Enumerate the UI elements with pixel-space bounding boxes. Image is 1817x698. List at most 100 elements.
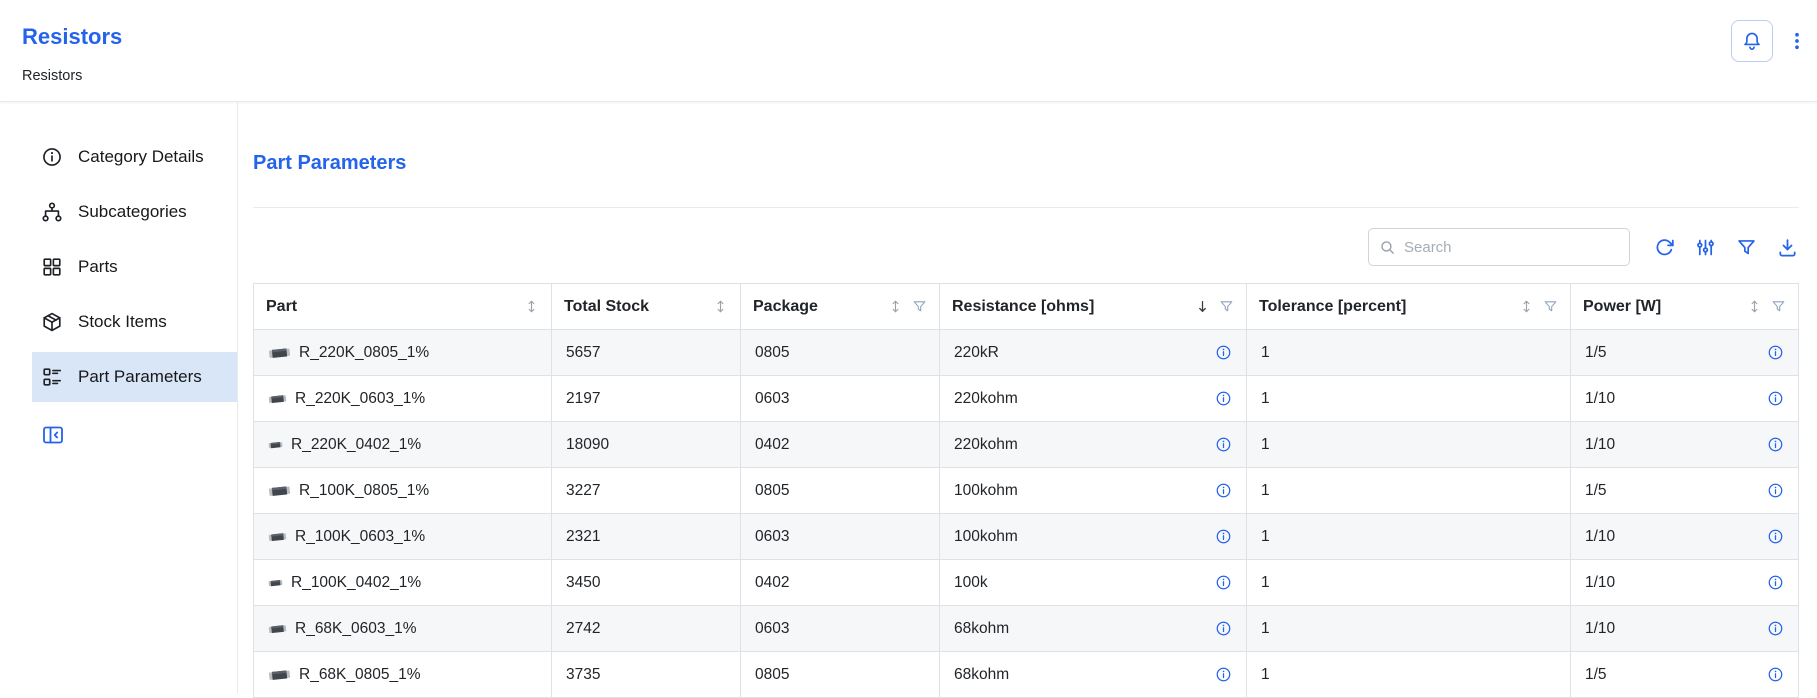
sort-desc-icon <box>1195 299 1210 314</box>
sort-icon <box>1747 299 1762 314</box>
table-row[interactable]: R_220K_0402_1% 18090 0402 220kohm 1 1/10 <box>254 422 1799 468</box>
part-parameters-table: Part Total Stock Package Resistance [ohm… <box>253 283 1799 698</box>
resistor-chip-icon <box>268 622 287 636</box>
tolerance-cell: 1 <box>1247 422 1571 468</box>
info-circle-icon[interactable] <box>1215 436 1232 453</box>
table-row[interactable]: R_220K_0603_1% 2197 0603 220kohm 1 1/10 <box>254 376 1799 422</box>
tolerance-cell: 1 <box>1247 330 1571 376</box>
part-cell: R_68K_0603_1% <box>254 606 552 652</box>
package-cell: 0603 <box>741 606 940 652</box>
info-icon <box>41 146 63 168</box>
part-name[interactable]: R_220K_0603_1% <box>295 390 425 408</box>
table-row[interactable]: R_220K_0805_1% 5657 0805 220kR 1 1/5 <box>254 330 1799 376</box>
tolerance-cell: 1 <box>1247 652 1571 698</box>
tolerance-cell: 1 <box>1247 560 1571 606</box>
info-circle-icon[interactable] <box>1767 482 1784 499</box>
column-header-package[interactable]: Package <box>741 284 940 330</box>
notifications-button[interactable] <box>1731 20 1773 62</box>
part-name[interactable]: R_220K_0805_1% <box>299 344 429 362</box>
sidebar-item-stock-items[interactable]: Stock Items <box>32 297 237 347</box>
info-circle-icon[interactable] <box>1215 666 1232 683</box>
resistance-value: 68kohm <box>954 620 1009 638</box>
table-row[interactable]: R_100K_0603_1% 2321 0603 100kohm 1 1/10 <box>254 514 1799 560</box>
column-settings-button[interactable] <box>1693 235 1717 259</box>
info-circle-icon[interactable] <box>1215 344 1232 361</box>
table-row[interactable]: R_68K_0805_1% 3735 0805 68kohm 1 1/5 <box>254 652 1799 698</box>
part-name[interactable]: R_220K_0402_1% <box>291 436 421 454</box>
part-name[interactable]: R_100K_0402_1% <box>291 574 421 592</box>
power-value: 1/10 <box>1585 528 1615 546</box>
sidebar-item-label: Part Parameters <box>78 367 202 387</box>
info-circle-icon[interactable] <box>1767 528 1784 545</box>
refresh-button[interactable] <box>1652 235 1676 259</box>
sidebar-item-subcategories[interactable]: Subcategories <box>32 187 237 237</box>
resistance-cell: 68kohm <box>940 606 1247 652</box>
breadcrumb[interactable]: Resistors <box>22 68 122 84</box>
collapse-sidebar-button[interactable] <box>41 423 65 447</box>
part-name[interactable]: R_68K_0805_1% <box>299 666 421 684</box>
sliders-icon <box>1695 237 1716 258</box>
total-stock-cell: 2321 <box>552 514 741 560</box>
resistance-value: 220kohm <box>954 390 1018 408</box>
column-header-power-w[interactable]: Power [W] <box>1571 284 1799 330</box>
resistance-cell: 100k <box>940 560 1247 606</box>
divider <box>253 207 1799 208</box>
info-circle-icon[interactable] <box>1767 574 1784 591</box>
search-box <box>1368 228 1630 266</box>
search-input[interactable] <box>1404 239 1619 256</box>
topbar: Resistors Resistors <box>0 0 1817 102</box>
grid-icon <box>41 256 63 278</box>
info-circle-icon[interactable] <box>1215 390 1232 407</box>
info-circle-icon[interactable] <box>1215 620 1232 637</box>
tolerance-cell: 1 <box>1247 514 1571 560</box>
sidebar: Category Details Subcategories Parts Sto… <box>0 102 238 693</box>
column-filter-icon[interactable] <box>1219 299 1234 314</box>
column-header-resistance-ohms[interactable]: Resistance [ohms] <box>940 284 1247 330</box>
info-circle-icon[interactable] <box>1215 528 1232 545</box>
power-value: 1/5 <box>1585 482 1607 500</box>
table-row[interactable]: R_100K_0805_1% 3227 0805 100kohm 1 1/5 <box>254 468 1799 514</box>
part-name[interactable]: R_100K_0603_1% <box>295 528 425 546</box>
sidebar-item-part-parameters[interactable]: Part Parameters <box>32 352 237 402</box>
column-label: Package <box>753 298 818 316</box>
resistor-chip-icon <box>268 346 291 360</box>
column-filter-icon[interactable] <box>1543 299 1558 314</box>
column-header-tolerance-percent[interactable]: Tolerance [percent] <box>1247 284 1571 330</box>
resistance-value: 68kohm <box>954 666 1009 684</box>
info-circle-icon[interactable] <box>1767 344 1784 361</box>
info-circle-icon[interactable] <box>1767 666 1784 683</box>
table-row[interactable]: R_68K_0603_1% 2742 0603 68kohm 1 1/10 <box>254 606 1799 652</box>
table-row[interactable]: R_100K_0402_1% 3450 0402 100k 1 1/10 <box>254 560 1799 606</box>
refresh-icon <box>1654 237 1675 258</box>
total-stock-cell: 18090 <box>552 422 741 468</box>
sort-icon <box>888 299 903 314</box>
resistor-chip-icon <box>268 438 283 452</box>
column-header-part[interactable]: Part <box>254 284 552 330</box>
part-name[interactable]: R_100K_0805_1% <box>299 482 429 500</box>
part-name[interactable]: R_68K_0603_1% <box>295 620 417 638</box>
download-button[interactable] <box>1775 235 1799 259</box>
info-circle-icon[interactable] <box>1215 482 1232 499</box>
info-circle-icon[interactable] <box>1767 620 1784 637</box>
sidebar-item-category-details[interactable]: Category Details <box>32 132 237 182</box>
info-circle-icon[interactable] <box>1767 436 1784 453</box>
sort-icon <box>1519 299 1534 314</box>
resistance-value: 100k <box>954 574 988 592</box>
power-value: 1/5 <box>1585 666 1607 684</box>
overflow-menu-button[interactable] <box>1785 20 1809 62</box>
sidebar-item-parts[interactable]: Parts <box>32 242 237 292</box>
filter-button[interactable] <box>1734 235 1758 259</box>
info-circle-icon[interactable] <box>1215 574 1232 591</box>
column-label: Resistance [ohms] <box>952 298 1094 316</box>
resistor-chip-icon <box>268 484 291 498</box>
info-circle-icon[interactable] <box>1767 390 1784 407</box>
column-filter-icon[interactable] <box>912 299 927 314</box>
column-header-total-stock[interactable]: Total Stock <box>552 284 741 330</box>
column-label: Tolerance [percent] <box>1259 298 1406 316</box>
part-cell: R_100K_0402_1% <box>254 560 552 606</box>
table-toolbar <box>253 228 1799 266</box>
sidebar-item-label: Stock Items <box>78 312 167 332</box>
column-filter-icon[interactable] <box>1771 299 1786 314</box>
total-stock-cell: 3227 <box>552 468 741 514</box>
resistance-value: 100kohm <box>954 528 1018 546</box>
